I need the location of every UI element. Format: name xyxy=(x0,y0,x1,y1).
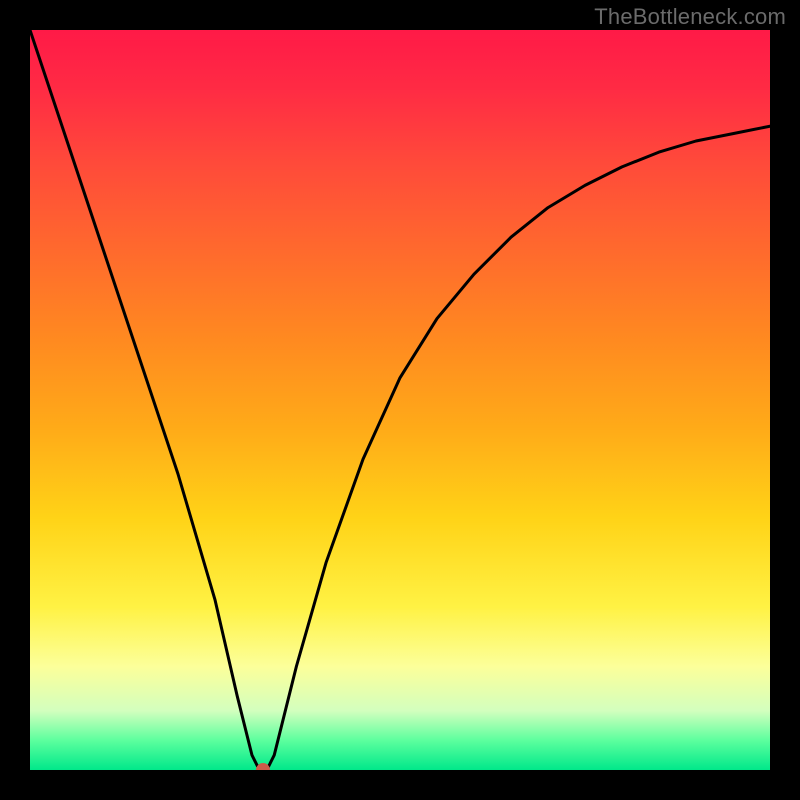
watermark-text: TheBottleneck.com xyxy=(594,4,786,30)
plot-area xyxy=(30,30,770,770)
curve-svg xyxy=(30,30,770,770)
chart-frame: TheBottleneck.com xyxy=(0,0,800,800)
bottleneck-curve-line xyxy=(30,30,770,770)
minimum-marker-dot xyxy=(256,763,270,770)
